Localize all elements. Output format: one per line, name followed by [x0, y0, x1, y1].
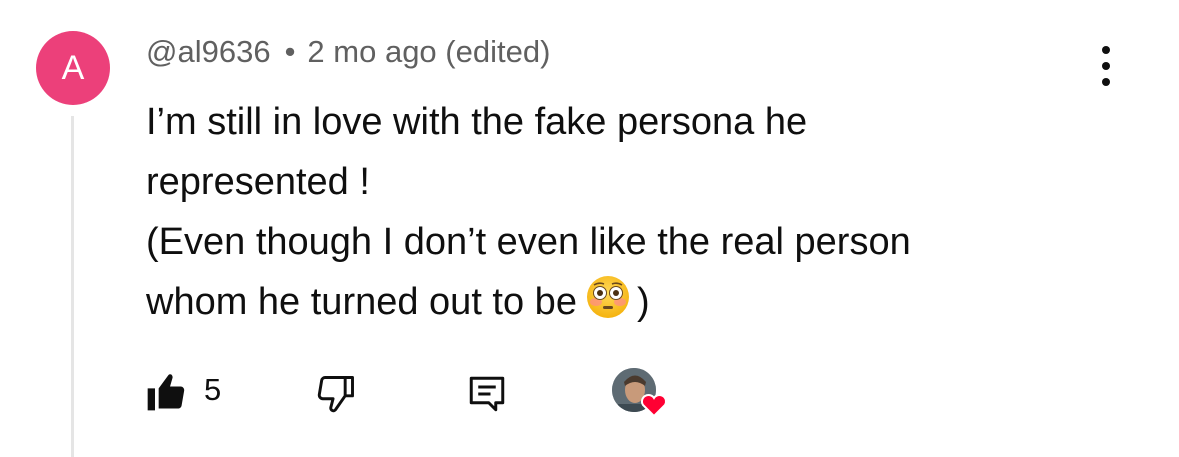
- comment-line-last: whom he turned out to be ): [146, 272, 1136, 338]
- comment-line: whom he turned out to be: [146, 281, 577, 323]
- comment-line: I’m still in love with the fake persona …: [146, 101, 808, 143]
- comment-closing-paren: ): [636, 281, 650, 323]
- avatar[interactable]: A: [36, 31, 110, 105]
- like-count: 5: [204, 372, 222, 407]
- like-button[interactable]: [144, 370, 188, 419]
- comment-timestamp: 2 mo ago (edited): [307, 34, 551, 69]
- thumbs-down-icon: [317, 376, 354, 413]
- reply-button[interactable]: [466, 372, 508, 421]
- comment-meta: @al9636 • 2 mo ago (edited): [146, 34, 550, 70]
- meta-separator: •: [284, 34, 296, 69]
- reply-comment-icon: [469, 376, 505, 412]
- comment-author[interactable]: @al9636: [146, 34, 271, 69]
- dislike-button[interactable]: [314, 372, 358, 421]
- thread-line: [71, 116, 74, 457]
- thumbs-up-filled-icon: [147, 374, 185, 411]
- avatar-initial: A: [61, 48, 85, 87]
- comment-text: I’m still in love with the fake persona …: [146, 92, 1136, 338]
- creator-heart-icon[interactable]: [610, 366, 670, 420]
- comment-line: represented !: [146, 161, 370, 203]
- flushed-face-emoji-icon: [585, 274, 631, 338]
- more-vertical-icon[interactable]: [1092, 44, 1120, 88]
- comment-line: (Even though I don’t even like the real …: [146, 221, 911, 263]
